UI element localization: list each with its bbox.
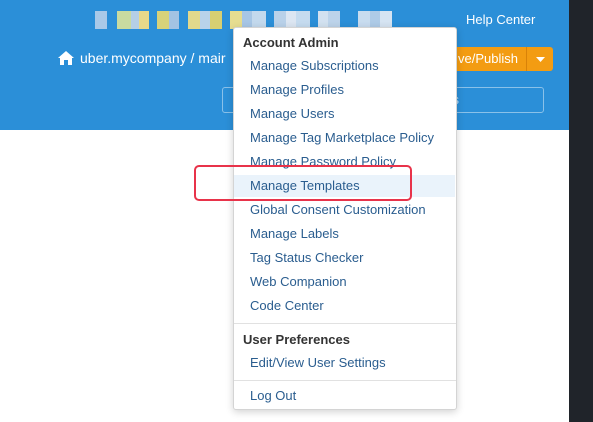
account-dropdown-menu: Account Admin Manage Subscriptions Manag… xyxy=(233,27,457,410)
menu-item-code-center[interactable]: Code Center xyxy=(234,295,455,317)
menu-item-web-companion[interactable]: Web Companion xyxy=(234,271,455,293)
menu-item-manage-labels[interactable]: Manage Labels xyxy=(234,223,455,245)
publish-dropdown-button[interactable] xyxy=(526,47,553,71)
right-edge-panel xyxy=(569,0,593,422)
account-admin-heading: Account Admin xyxy=(243,35,339,50)
menu-item-manage-subscriptions[interactable]: Manage Subscriptions xyxy=(234,55,455,77)
menu-item-manage-tag-marketplace-policy[interactable]: Manage Tag Marketplace Policy xyxy=(234,127,455,149)
breadcrumb-path[interactable]: uber.mycompany / mair xyxy=(80,50,226,66)
user-preferences-heading: User Preferences xyxy=(243,332,350,347)
breadcrumb: uber.mycompany / mair xyxy=(58,50,226,66)
highlight-annotation xyxy=(194,165,412,201)
menu-item-global-consent-customization[interactable]: Global Consent Customization xyxy=(234,199,455,221)
menu-divider xyxy=(234,380,456,381)
menu-item-manage-users[interactable]: Manage Users xyxy=(234,103,455,125)
caret-down-icon xyxy=(535,56,545,62)
menu-divider xyxy=(234,323,456,324)
menu-item-tag-status-checker[interactable]: Tag Status Checker xyxy=(234,247,455,269)
home-icon[interactable] xyxy=(58,51,74,65)
menu-item-edit-view-user-settings[interactable]: Edit/View User Settings xyxy=(234,352,455,374)
menu-item-log-out[interactable]: Log Out xyxy=(234,385,455,407)
help-center-link[interactable]: Help Center xyxy=(466,12,535,27)
menu-item-manage-profiles[interactable]: Manage Profiles xyxy=(234,79,455,101)
